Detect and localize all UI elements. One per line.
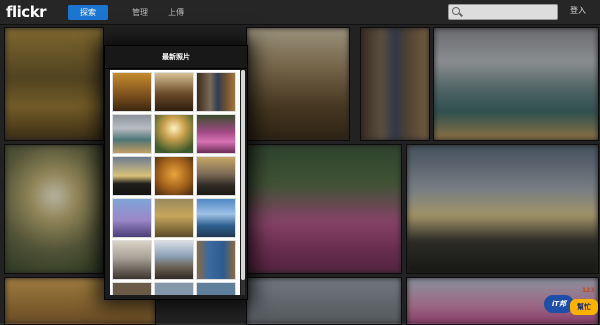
thumb-autumn-forest[interactable] xyxy=(112,72,152,112)
thumb-partial-3[interactable] xyxy=(196,282,236,295)
login-link[interactable]: 登入 xyxy=(570,5,586,16)
thumb-bare-tree[interactable] xyxy=(154,72,194,112)
thumb-partial-2[interactable] xyxy=(154,282,194,295)
top-navbar: flickr 探索 管理 上傳 登入 xyxy=(0,0,600,25)
thumb-rock-silhouette[interactable] xyxy=(112,156,152,196)
photo-grid xyxy=(0,25,600,325)
thumb-rocky-coast[interactable] xyxy=(196,156,236,196)
thumb-lavender[interactable] xyxy=(112,198,152,238)
flickr-logo[interactable]: flickr xyxy=(6,3,47,21)
thumb-pink-flowers[interactable] xyxy=(196,114,236,154)
thumb-sea-shore[interactable] xyxy=(112,114,152,154)
thumb-partial-1[interactable] xyxy=(112,282,152,295)
watermark-part-c: 123 xyxy=(582,287,595,294)
thumb-hill-tree[interactable] xyxy=(154,198,194,238)
thumbnail-grid xyxy=(110,70,240,295)
nav-explore[interactable]: 探索 xyxy=(68,5,108,20)
search-icon xyxy=(452,7,460,15)
recent-photos-panel: 最新照片 xyxy=(104,45,248,300)
watermark-part-b: 幫忙 xyxy=(570,299,598,315)
search-input[interactable] xyxy=(448,4,558,20)
ithome-watermark-logo: iT邦 幫忙 123 xyxy=(544,285,598,319)
thumb-blue-sea[interactable] xyxy=(196,198,236,238)
thumb-blue-door[interactable] xyxy=(196,240,236,280)
thumb-coast-rocks[interactable] xyxy=(154,240,194,280)
thumb-stones[interactable] xyxy=(112,240,152,280)
background-dim xyxy=(0,25,600,323)
thumb-autumn-tree[interactable] xyxy=(154,156,194,196)
nav-upload[interactable]: 上傳 xyxy=(162,5,190,20)
panel-scrollbar[interactable] xyxy=(241,70,245,295)
scrollbar-thumb[interactable] xyxy=(241,70,245,280)
thumb-tree-sunset[interactable] xyxy=(154,114,194,154)
nav-manage[interactable]: 管理 xyxy=(126,5,154,20)
thumb-man-in-doorway[interactable] xyxy=(196,72,236,112)
panel-title: 最新照片 xyxy=(105,46,247,69)
